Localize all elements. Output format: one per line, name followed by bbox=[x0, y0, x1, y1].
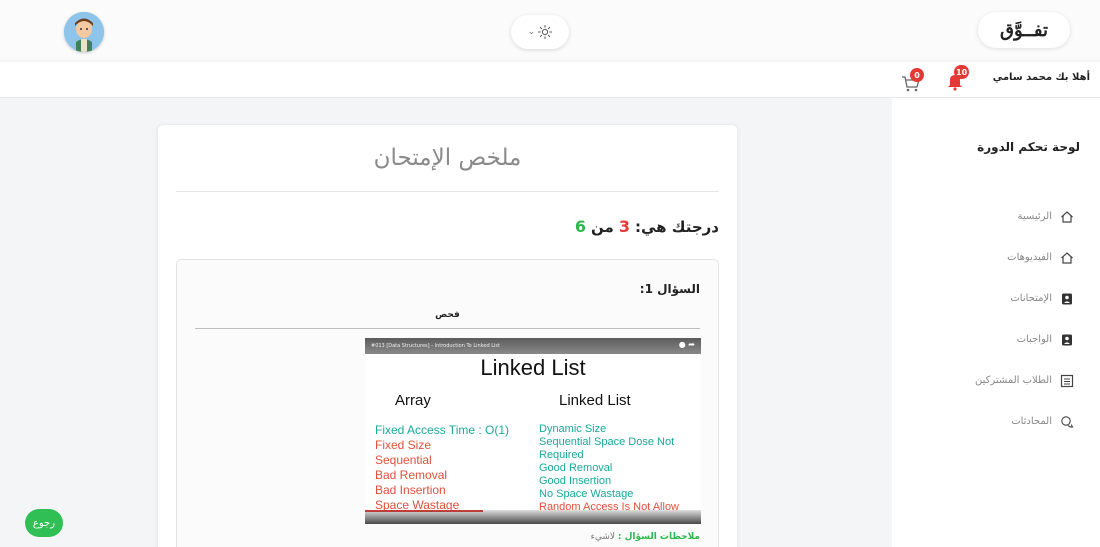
home-icon bbox=[1061, 210, 1073, 223]
question-label: السؤال 1: bbox=[639, 282, 700, 296]
divider bbox=[195, 328, 700, 329]
note-label: ملاحظات السؤال : bbox=[617, 532, 700, 542]
chat-icon bbox=[1061, 415, 1074, 428]
slide-heading: Linked List bbox=[480, 355, 586, 380]
list-icon bbox=[1060, 374, 1074, 387]
course-sidebar: لوحة تحكم الدورة الرئيسية الفيديوهات الإ… bbox=[892, 98, 1100, 547]
slide-column-header: Linked List bbox=[559, 392, 631, 409]
slide-array-column: Array Fixed Access Time : O(1) Fixed Size… bbox=[375, 392, 525, 513]
avatar-illustration-icon bbox=[64, 12, 104, 52]
score-total: 6 bbox=[574, 217, 587, 236]
divider bbox=[176, 191, 719, 192]
sidebar-item-label: الإمتحانات bbox=[1010, 293, 1052, 304]
slide-line: Sequential Space Dose Not bbox=[539, 436, 675, 448]
sidebar-item-home[interactable]: الرئيسية bbox=[924, 196, 1074, 237]
slide-linked-list-lines: Dynamic Size Sequential Space Dose Not Req… bbox=[539, 423, 701, 514]
notifications-badge: 10 bbox=[954, 65, 970, 79]
question-note: ملاحظات السؤال : لاشيء bbox=[591, 532, 700, 542]
slide-linked-list-column: Linked List Dynamic Size Sequential Space… bbox=[539, 392, 701, 514]
note-value: لاشيء bbox=[590, 532, 616, 542]
cart-button[interactable]: 0 bbox=[900, 68, 926, 93]
back-button[interactable]: رجوع bbox=[25, 509, 63, 537]
score-separator: من bbox=[591, 218, 614, 236]
video-title: #013 [Data Structures] - Introduction To… bbox=[371, 343, 500, 349]
question-card: السؤال 1: فحص #013 [Data Structures] - I… bbox=[176, 259, 719, 547]
user-avatar[interactable] bbox=[64, 12, 104, 52]
chevron-down-icon: ⌄ bbox=[527, 27, 536, 37]
score-prefix: درجتك هي: bbox=[634, 218, 719, 236]
slide-line: Good Insertion bbox=[539, 475, 612, 487]
video-player[interactable]: #013 [Data Structures] - Introduction To… bbox=[365, 338, 701, 524]
question-text: فحص bbox=[435, 310, 460, 320]
slide-line: Required bbox=[539, 449, 584, 461]
sidebar-item-chats[interactable]: المحادثات bbox=[924, 401, 1074, 442]
slide-line: Bad Removal bbox=[375, 468, 448, 482]
theme-toggle[interactable]: ⌄ bbox=[511, 15, 569, 49]
sidebar-item-label: المحادثات bbox=[1011, 416, 1052, 427]
slide-line: Fixed Size bbox=[375, 438, 432, 452]
sidebar-nav: الرئيسية الفيديوهات الإمتحانات الواجبات … bbox=[924, 196, 1074, 442]
sidebar-title: لوحة تحكم الدورة bbox=[977, 140, 1080, 154]
id-card-icon bbox=[1062, 334, 1072, 345]
brand-logo[interactable]: تفــوَّق bbox=[978, 12, 1070, 48]
score-got: 3 bbox=[618, 217, 630, 236]
slide-column-header: Array bbox=[395, 392, 431, 409]
sidebar-item-assignments[interactable]: الواجبات bbox=[924, 319, 1074, 360]
slide-line: Fixed Access Time : O(1) bbox=[375, 423, 510, 437]
cart-badge: 0 bbox=[910, 68, 924, 82]
id-card-icon bbox=[1062, 293, 1072, 304]
video-title-bar: #013 [Data Structures] - Introduction To… bbox=[365, 338, 701, 354]
sidebar-item-label: الرئيسية bbox=[1017, 211, 1052, 222]
sidebar-item-label: الواجبات bbox=[1016, 334, 1052, 345]
slide-line: Sequential bbox=[375, 453, 432, 467]
notifications-button[interactable]: 10 bbox=[944, 65, 970, 92]
slide-line: Dynamic Size bbox=[539, 423, 607, 435]
exam-summary-card: ملخص الإمتحان درجتك هي: 3 من 6 السؤال 1:… bbox=[157, 124, 738, 547]
sidebar-item-exams[interactable]: الإمتحانات bbox=[924, 278, 1074, 319]
sidebar-item-label: الفيديوهات bbox=[1007, 252, 1052, 263]
page-title: ملخص الإمتحان bbox=[373, 145, 522, 171]
sidebar-item-subscribed-students[interactable]: الطلاب المشتركين bbox=[924, 360, 1074, 401]
slide-line: No Space Wastage bbox=[539, 488, 634, 500]
slide-array-lines: Fixed Access Time : O(1) Fixed Size Sequen… bbox=[375, 423, 525, 513]
top-bar: ⌄ تفــوَّق bbox=[0, 0, 1100, 60]
video-controls[interactable] bbox=[365, 510, 701, 524]
sun-icon bbox=[538, 25, 553, 39]
welcome-text: أهلا بك محمد سامي bbox=[992, 72, 1090, 83]
user-strip: أهلا بك محمد سامي 10 0 bbox=[0, 62, 1100, 98]
slide-line: Good Removal bbox=[539, 462, 613, 474]
share-icon[interactable]: ● ➦ bbox=[679, 340, 695, 349]
sidebar-item-label: الطلاب المشتركين bbox=[974, 375, 1052, 386]
slide-line: Bad Insertion bbox=[375, 483, 446, 497]
sidebar-item-videos[interactable]: الفيديوهات bbox=[924, 237, 1074, 278]
home-icon bbox=[1061, 251, 1073, 264]
score-line: درجتك هي: 3 من 6 bbox=[575, 217, 719, 236]
